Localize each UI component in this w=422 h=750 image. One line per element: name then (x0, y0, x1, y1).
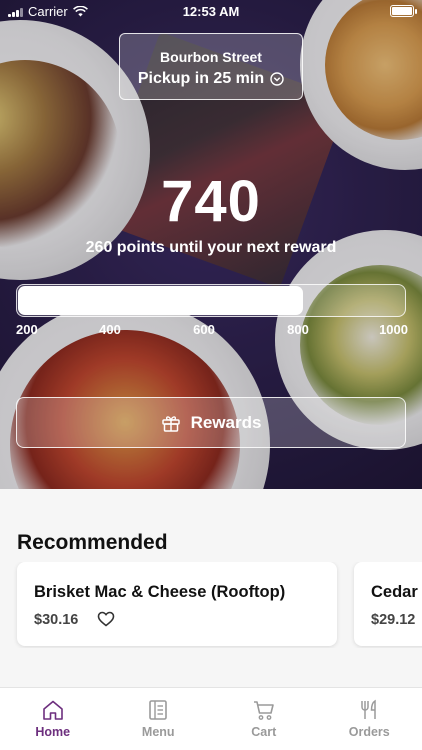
tab-bar: Home Menu Cart Orders (0, 687, 422, 750)
menu-icon (149, 700, 168, 720)
tab-cart[interactable]: Cart (211, 688, 317, 750)
section-title: Recommended (17, 531, 168, 554)
cart-icon (253, 701, 274, 720)
tab-orders[interactable]: Orders (317, 688, 422, 750)
status-time: 12:53 AM (182, 4, 240, 19)
item-name: Cedar (371, 583, 418, 601)
chevron-down-circle-icon (270, 72, 284, 86)
home-icon (42, 700, 63, 720)
pickup-row: Pickup in 25 min (120, 70, 302, 88)
store-name: Bourbon Street (160, 49, 262, 65)
points-until-reward: 260 points until your next reward (85, 239, 337, 256)
battery-icon (390, 5, 417, 17)
location-selector[interactable]: Bourbon Street Pickup in 25 min (119, 33, 303, 100)
recommended-card[interactable]: Brisket Mac & Cheese (Rooftop) $30.16 (17, 562, 337, 646)
rewards-progress-fill (18, 286, 304, 315)
status-bar: Carrier 12:53 AM (0, 0, 422, 22)
tab-label: Home (35, 725, 71, 739)
progress-tick-label: 600 (193, 322, 215, 337)
rewards-button-label: Rewards (190, 412, 262, 432)
points-balance: 740 (161, 169, 261, 234)
progress-tick-labels: 200 400 600 800 1000 (16, 322, 408, 338)
tab-home[interactable]: Home (0, 688, 106, 750)
progress-tick-label: 800 (287, 322, 309, 337)
rewards-progress-bar (16, 284, 406, 317)
item-name: Brisket Mac & Cheese (Rooftop) (34, 583, 286, 601)
item-price: $29.12 (371, 612, 416, 628)
tab-menu[interactable]: Menu (106, 688, 212, 750)
tab-label: Cart (251, 725, 277, 739)
progress-tick-label: 1000 (379, 322, 408, 337)
fork-knife-icon (361, 699, 376, 719)
recommended-card[interactable]: Cedar $29.12 (354, 562, 422, 646)
recommended-carousel[interactable]: Brisket Mac & Cheese (Rooftop) $30.16 Ce… (0, 562, 422, 648)
progress-tick-label: 400 (99, 322, 121, 337)
progress-tick-label: 200 (16, 322, 38, 337)
tab-label: Menu (141, 725, 175, 739)
tab-label: Orders (348, 725, 390, 739)
heart-icon[interactable] (97, 611, 115, 627)
pickup-time: Pickup in 25 min (137, 70, 265, 87)
rewards-button[interactable]: Rewards (16, 397, 406, 448)
item-price: $30.16 (34, 612, 79, 628)
gift-icon (161, 415, 180, 432)
